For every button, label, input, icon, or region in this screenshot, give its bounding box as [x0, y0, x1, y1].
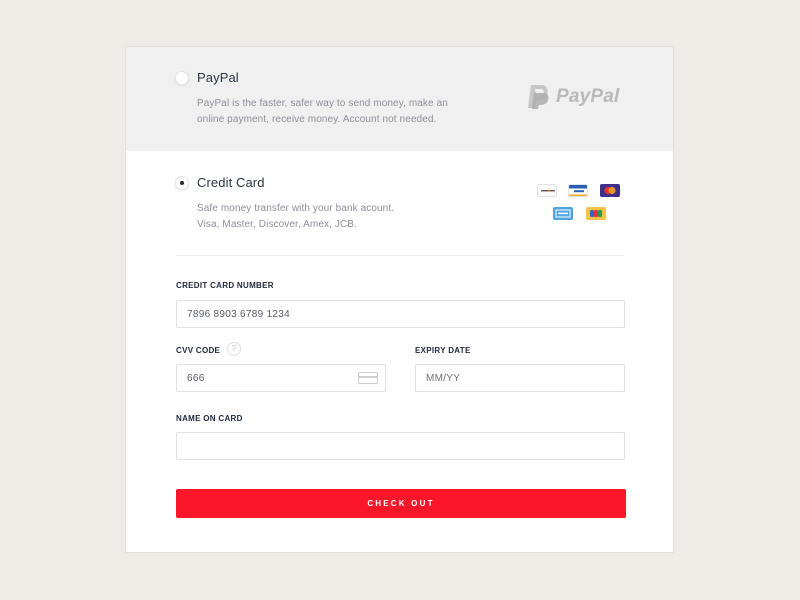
- paypal-description-line: PayPal is the faster, safer way to send …: [197, 98, 448, 109]
- credit-card-description-line: Safe money transfer with your bank acoun…: [197, 203, 395, 214]
- expiry-input[interactable]: [415, 364, 625, 392]
- credit-card-option-title: Credit Card: [197, 175, 265, 190]
- credit-card-description-line: Visa, Master, Discover, Amex, JCB.: [197, 219, 357, 230]
- paypal-option[interactable]: PayPal PayPal is the faster, safer way t…: [126, 47, 673, 151]
- card-number-label: CREDIT CARD NUMBER: [176, 281, 274, 290]
- card-brand-logos: [535, 183, 635, 223]
- card-back-icon: [358, 372, 378, 384]
- help-icon[interactable]: ?: [227, 342, 241, 356]
- cvv-input[interactable]: [176, 364, 386, 392]
- credit-card-option-description: Safe money transfer with your bank acoun…: [197, 201, 394, 233]
- paypal-description-line: online payment, receive money. Account n…: [197, 114, 437, 125]
- mastercard-icon: [600, 184, 620, 197]
- discover-icon: [537, 184, 557, 197]
- paypal-logo-text: PayPal: [556, 86, 620, 107]
- section-divider: [176, 255, 624, 256]
- credit-card-radio[interactable]: [175, 176, 189, 190]
- paypal-logo: PayPal: [526, 83, 620, 111]
- cvv-label: CVV CODE: [176, 346, 221, 355]
- paypal-radio[interactable]: [175, 71, 189, 85]
- card-number-input[interactable]: [176, 300, 625, 328]
- paypal-option-description: PayPal is the faster, safer way to send …: [197, 96, 448, 128]
- name-on-card-label: NAME ON CARD: [176, 414, 243, 423]
- amex-icon: [553, 207, 573, 220]
- name-on-card-input[interactable]: [176, 432, 625, 460]
- checkout-button[interactable]: CHECK OUT: [176, 489, 626, 518]
- paypal-mark-icon: [528, 85, 549, 109]
- jcb-icon: [586, 207, 606, 220]
- checkout-card: PayPal PayPal is the faster, safer way t…: [125, 46, 674, 553]
- visa-icon: [568, 184, 588, 197]
- expiry-label: EXPIRY DATE: [415, 346, 471, 355]
- paypal-option-title: PayPal: [197, 70, 239, 85]
